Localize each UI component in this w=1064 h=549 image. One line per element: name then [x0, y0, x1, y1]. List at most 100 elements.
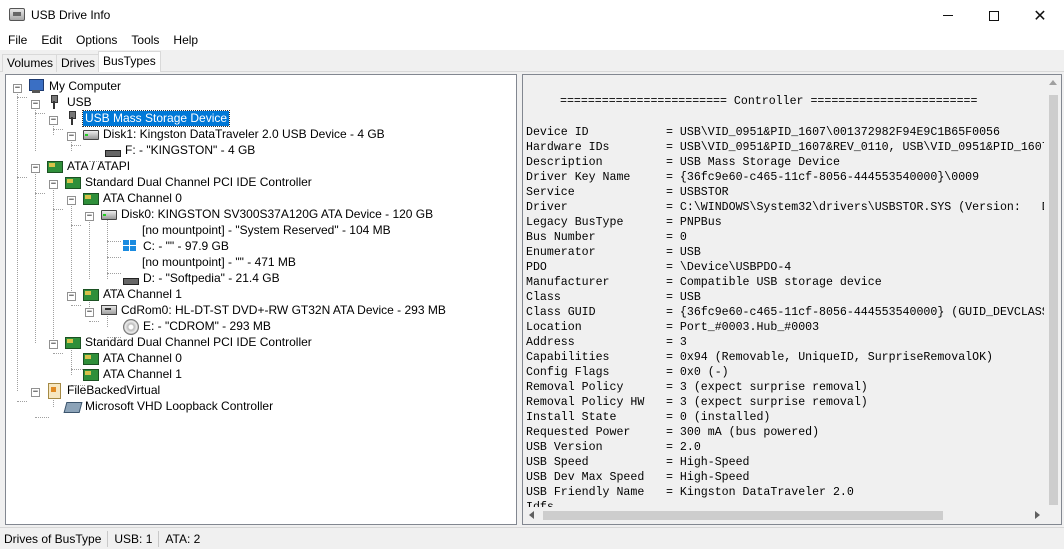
property-row: Service = USBSTOR: [526, 185, 729, 200]
property-key: Address: [526, 336, 575, 349]
tree-node-label: [no mountpoint] - "System Reserved" - 10…: [142, 222, 391, 237]
flat-drive-icon: [122, 270, 139, 286]
collapse-toggle[interactable]: −: [49, 116, 58, 125]
property-row: Class GUID = {36fc9e60-c465-11cf-8056-444…: [526, 305, 1044, 320]
horizontal-scrollbar[interactable]: [523, 507, 1044, 524]
property-value: = High-Speed: [666, 456, 750, 469]
property-key: Install State: [526, 411, 617, 424]
menu-file[interactable]: File: [1, 31, 34, 50]
tree-node-label: Microsoft VHD Loopback Controller: [85, 398, 274, 413]
tree-node-label: USB: [67, 94, 92, 109]
property-row: Capabilities = 0x94 (Removable, UniqueID,…: [526, 350, 993, 365]
tree-node-filebackedvirtual[interactable]: FileBackedVirtual: [46, 382, 162, 399]
tree-node-disk0[interactable]: Disk0: KINGSTON SV300S37A120G ATA Device…: [100, 206, 435, 222]
computer-icon: [28, 78, 44, 94]
collapse-toggle[interactable]: −: [85, 308, 94, 317]
property-row: Device ID = USB\VID_0951&PID_1607\0013729…: [526, 125, 1000, 140]
tree-node-no-mountpoint[interactable]: [no mountpoint] - "" - 471 MB: [140, 254, 298, 270]
tree-node-ata-channel-0[interactable]: ATA Channel 0: [82, 190, 184, 206]
property-key: Class: [526, 291, 561, 304]
property-value: = 0x0 (-): [666, 366, 729, 379]
tree-node-volume-f[interactable]: F: - "KINGSTON" - 4 GB: [104, 142, 257, 158]
scroll-right-icon[interactable]: [1035, 511, 1040, 519]
tree-node-label: Disk0: KINGSTON SV300S37A120G ATA Device…: [121, 206, 434, 221]
property-key: USB Speed: [526, 456, 589, 469]
tree-node-system-reserved[interactable]: [no mountpoint] - "System Reserved" - 10…: [140, 222, 393, 238]
tree-node-label: C: - "" - 97.9 GB: [143, 238, 229, 253]
property-value: = Kingston DataTraveler 2.0: [666, 486, 854, 499]
collapse-toggle[interactable]: −: [31, 388, 40, 397]
property-key: Driver Key Name: [526, 171, 631, 184]
details-text[interactable]: ======================== Controller ====…: [526, 75, 1044, 507]
collapse-toggle[interactable]: −: [67, 196, 76, 205]
flat-drive-icon: [104, 142, 121, 158]
menu-options[interactable]: Options: [69, 31, 124, 50]
property-value: = USBSTOR: [666, 186, 729, 199]
maximize-button[interactable]: [971, 0, 1017, 31]
menu-help[interactable]: Help: [166, 31, 205, 50]
tree-node-volume-c[interactable]: C: - "" - 97.9 GB: [122, 238, 231, 254]
tree-node-cdrom0[interactable]: CdRom0: HL-DT-ST DVD+-RW GT32N ATA Devic…: [100, 302, 448, 318]
controller-card-icon: [82, 286, 99, 302]
property-value: = 2.0: [666, 441, 701, 454]
collapse-toggle[interactable]: −: [31, 100, 40, 109]
scroll-up-icon[interactable]: [1049, 80, 1057, 85]
close-button[interactable]: ✕: [1017, 0, 1063, 31]
scroll-corner: [1044, 507, 1061, 524]
property-row: Location = Port_#0003.Hub_#0003: [526, 320, 819, 335]
scroll-left-icon[interactable]: [529, 511, 534, 519]
tree-node-usb-mass-storage[interactable]: USB Mass Storage Device: [64, 109, 231, 127]
tab-volumes[interactable]: Volumes: [2, 54, 59, 72]
property-value: = USB\VID_0951&PID_1607\001372982F94E9C1…: [666, 126, 1000, 139]
property-value: = {36fc9e60-c465-11cf-8056-444553540000}…: [666, 171, 980, 184]
tree-node-volume-e[interactable]: E: - "CDROM" - 293 MB: [122, 318, 273, 335]
tree-node-label: ATA Channel 1: [103, 366, 182, 381]
collapse-toggle[interactable]: −: [31, 164, 40, 173]
tree-node-ide-controller-2[interactable]: Standard Dual Channel PCI IDE Controller: [64, 334, 314, 350]
property-row: Config Flags = 0x0 (-): [526, 365, 729, 380]
bustype-tree[interactable]: − My Computer − USB − USB Mass Storage D…: [5, 74, 517, 525]
property-key: USB Version: [526, 441, 603, 454]
collapse-toggle[interactable]: −: [49, 180, 58, 189]
tree-node-volume-d[interactable]: D: - "Softpedia" - 21.4 GB: [122, 270, 282, 286]
menu-edit[interactable]: Edit: [34, 31, 69, 50]
property-value: = USB\VID_0951&PID_1607&REV_0110, USB\VI…: [666, 141, 1044, 154]
minimize-button[interactable]: [925, 0, 971, 31]
controller-card-icon: [82, 190, 99, 206]
menu-tools[interactable]: Tools: [124, 31, 166, 50]
property-row: USB Version = 2.0: [526, 440, 701, 455]
tab-bustypes[interactable]: BusTypes: [98, 51, 161, 72]
vertical-scroll-thumb[interactable]: [1049, 95, 1058, 505]
tree-node-usb[interactable]: USB: [46, 94, 94, 110]
collapse-toggle[interactable]: −: [85, 212, 94, 221]
horizontal-scroll-thumb[interactable]: [543, 511, 943, 520]
property-value: = Port_#0003.Hub_#0003: [666, 321, 820, 334]
tree-node-ata-channel-1[interactable]: ATA Channel 1: [82, 286, 184, 302]
details-pane[interactable]: ======================== Controller ====…: [522, 74, 1062, 525]
property-row: Driver = C:\WINDOWS\System32\drivers\USBS…: [526, 200, 1044, 215]
collapse-toggle[interactable]: −: [67, 292, 76, 301]
property-key: Location: [526, 321, 582, 334]
property-value: = Compatible USB storage device: [666, 276, 882, 289]
vertical-scrollbar[interactable]: [1044, 75, 1061, 507]
tree-node-ata-channel-0-b[interactable]: ATA Channel 0: [82, 350, 184, 366]
status-bar: Drives of BusType USB: 1 ATA: 2: [0, 527, 1064, 549]
tree-node-ata-atapi[interactable]: ATA / ATAPI: [46, 158, 132, 174]
property-key: Removal Policy: [526, 381, 624, 394]
status-divider: [158, 530, 160, 547]
tree-node-ata-channel-1-b[interactable]: ATA Channel 1: [82, 366, 184, 382]
property-key: Idfs: [526, 500, 666, 507]
collapse-toggle[interactable]: −: [49, 340, 58, 349]
tab-drives[interactable]: Drives: [56, 54, 101, 72]
tree-node-my-computer[interactable]: My Computer: [28, 78, 123, 94]
property-row: PDO = \Device\USBPDO-4: [526, 260, 791, 275]
collapse-toggle[interactable]: −: [67, 132, 76, 141]
property-key: USB Dev Max Speed: [526, 471, 645, 484]
tree-node-vhd-loopback[interactable]: Microsoft VHD Loopback Controller: [64, 398, 275, 414]
property-key: Legacy BusType: [526, 216, 624, 229]
property-value: = 3: [666, 336, 687, 349]
collapse-toggle[interactable]: −: [13, 84, 22, 93]
tree-node-ide-controller-1[interactable]: Standard Dual Channel PCI IDE Controller: [64, 174, 314, 190]
usb-icon: [46, 94, 62, 110]
tree-node-disk1[interactable]: Disk1: Kingston DataTraveler 2.0 USB Dev…: [82, 126, 387, 142]
